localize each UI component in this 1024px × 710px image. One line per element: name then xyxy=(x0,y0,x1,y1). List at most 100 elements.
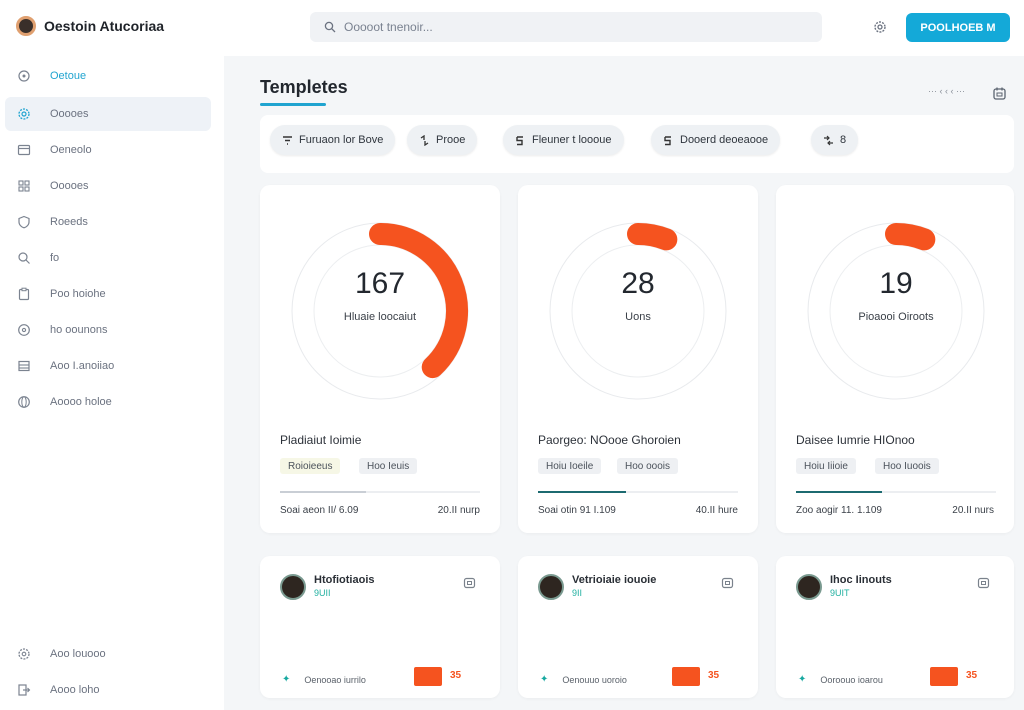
card-tag: Hoo ooois xyxy=(617,458,679,474)
calendar-icon[interactable] xyxy=(992,86,1007,101)
user-card[interactable]: Vetrioiaie iouoie 9II ✦ Oenouuo uoroio 3… xyxy=(518,556,758,698)
progress-bar xyxy=(538,491,738,493)
calendar-icon[interactable] xyxy=(463,576,476,589)
user-subtitle: 9UIT xyxy=(830,588,850,598)
card-foot-left: Zoo aogir 11. 1.109 xyxy=(796,505,882,516)
card-foot-right: 40.II hure xyxy=(695,505,738,516)
calendar-icon[interactable] xyxy=(977,576,990,589)
calendar-icon[interactable] xyxy=(721,576,734,589)
card-title: Pladiaiut Ioimie xyxy=(280,433,362,447)
sidebar-item-0[interactable]: Oetoue xyxy=(5,59,211,93)
sort-icon xyxy=(420,134,429,146)
sidebar-item-label: Aoo louooo xyxy=(50,648,106,660)
filter-bar: Furuaon lor Bove Prooe Fleuner t loooue … xyxy=(260,115,1014,173)
card-title: Daisee Iumrie HIOnoo xyxy=(796,433,915,447)
sidebar-item-1[interactable]: Ooooes xyxy=(5,97,211,131)
app-name: Oestoin Atucoriaa xyxy=(44,18,165,34)
progress-bar xyxy=(280,491,480,493)
app-logo-icon xyxy=(16,16,36,36)
avatar xyxy=(538,574,564,600)
sidebar-item-7[interactable]: ho oounons xyxy=(5,313,211,347)
top-bar: Oestoin Atucoriaa Ooooot tnenoir... POOL… xyxy=(0,0,1024,56)
card-footer: ✦ Oenouuo uoroio xyxy=(540,674,627,685)
primary-action-button[interactable]: POOLHOEB M xyxy=(906,13,1010,42)
footer-label: Oenooao iurrilo xyxy=(304,674,366,685)
sidebar-item-5[interactable]: fo xyxy=(5,241,211,275)
chip-label: Prooe xyxy=(436,134,466,146)
chip-label: Dooerd deoeaooe xyxy=(680,134,769,146)
chip-arrows[interactable]: 8 xyxy=(811,125,859,155)
sidebar-item-8[interactable]: Aoo I.anoiiao xyxy=(5,349,211,383)
user-card[interactable]: Htofiotiaois 9UII ✦ Oenooao iurrilo 35 xyxy=(260,556,500,698)
user-subtitle: 9II xyxy=(572,588,583,598)
gear-icon xyxy=(18,108,30,120)
gear-icon[interactable] xyxy=(872,19,888,35)
brand[interactable]: Oestoin Atucoriaa xyxy=(16,16,164,36)
sidebar-item-label: fo xyxy=(50,252,60,264)
avatar xyxy=(280,574,306,600)
sidebar-item-label: Oetoue xyxy=(50,70,87,82)
settings-icon xyxy=(18,648,30,660)
card-tag: Hoo Iuoois xyxy=(875,458,939,474)
sidebar-item-2[interactable]: Oeneolo xyxy=(5,133,211,167)
chip-filter[interactable]: Furuaon lor Bove xyxy=(270,125,396,155)
filter-icon xyxy=(283,135,292,145)
sidebar-item-label: Ooooes xyxy=(50,180,89,192)
sidebar: Oetoue Ooooes Oeneolo Ooooes Roeeds fo P… xyxy=(0,56,224,710)
card-footer: ✦ Oenooao iurrilo xyxy=(282,674,366,685)
chip-sort[interactable]: Prooe xyxy=(407,125,478,155)
stat-card[interactable]: 19 Pioaooi Oiroots Daisee Iumrie HIOnoo … xyxy=(776,185,1014,533)
tag-icon xyxy=(516,135,523,145)
sparkle-icon: ✦ xyxy=(540,674,549,685)
card-foot-left: Soai aeon II/ 6.09 xyxy=(280,505,359,516)
user-name: Ihoc Iinouts xyxy=(830,574,892,586)
action-button[interactable] xyxy=(414,667,442,686)
action-button[interactable] xyxy=(672,667,700,686)
stat-value: 167 xyxy=(354,267,406,300)
search-input[interactable]: Ooooot tnenoir... xyxy=(310,12,822,42)
card-tag: Roioieeus xyxy=(280,458,341,474)
action-button[interactable] xyxy=(930,667,958,686)
footer-label: Ooroouo ioarou xyxy=(820,674,883,685)
card-tag: Hoo Ieuis xyxy=(359,458,418,474)
sidebar-item-label: Aoooo holoe xyxy=(50,396,112,408)
stat-value: 28 xyxy=(621,267,655,300)
window-icon xyxy=(17,144,31,156)
stat-card[interactable]: 28 Uons Paorgeo: NOooe Ghoroien Hoiu Ioe… xyxy=(518,185,758,533)
sidebar-item-4[interactable]: Roeeds xyxy=(5,205,211,239)
sidebar-bottom-item-0[interactable]: Aoo louooo xyxy=(5,637,211,671)
sidebar-item-label: Roeeds xyxy=(50,216,88,228)
sparkle-icon: ✦ xyxy=(282,674,291,685)
sidebar-item-3[interactable]: Ooooes xyxy=(5,169,211,203)
sidebar-item-label: Aoo I.anoiiao xyxy=(50,360,115,372)
sidebar-bottom-item-1[interactable]: Aooo loho xyxy=(5,673,211,707)
user-card[interactable]: Ihoc Iinouts 9UIT ✦ Ooroouo ioarou 35 xyxy=(776,556,1014,698)
help-icon xyxy=(18,324,30,336)
progress-fill xyxy=(280,491,366,493)
sidebar-item-6[interactable]: Poo hoiohe xyxy=(5,277,211,311)
sidebar-item-label: Poo hoiohe xyxy=(50,288,106,300)
grid-icon xyxy=(18,180,30,192)
chip-flag[interactable]: Dooerd deoeaooe xyxy=(651,125,781,155)
sort-control[interactable]: ··· ‹ ‹ ‹ ··· xyxy=(928,86,965,96)
card-foot-right: 20.II nurp xyxy=(437,505,480,516)
card-foot-right: 20.II nurs xyxy=(952,505,994,516)
clipboard-icon xyxy=(18,287,30,301)
stat-label: Hluaie loocaiut xyxy=(343,311,417,323)
sidebar-item-label: ho oounons xyxy=(50,324,108,336)
chip-label: 8 xyxy=(840,134,847,146)
stat-card[interactable]: 167 Hluaie loocaiut Pladiaiut Ioimie Roi… xyxy=(260,185,500,533)
sidebar-item-9[interactable]: Aoooo holoe xyxy=(5,385,211,419)
user-subtitle: 9UII xyxy=(314,588,331,598)
search-icon xyxy=(324,21,336,33)
table-icon xyxy=(18,360,30,372)
globe-icon xyxy=(18,396,30,408)
card-tag: Hoiu Ioeile xyxy=(538,458,602,474)
chip-tag[interactable]: Fleuner t loooue xyxy=(503,125,624,155)
search-placeholder: Ooooot tnenoir... xyxy=(344,20,433,34)
ring-arc xyxy=(627,223,678,251)
action-count: 35 xyxy=(966,670,978,681)
chip-label: Fleuner t loooue xyxy=(532,134,612,146)
flag-icon xyxy=(664,135,671,145)
progress-bar xyxy=(796,491,996,493)
